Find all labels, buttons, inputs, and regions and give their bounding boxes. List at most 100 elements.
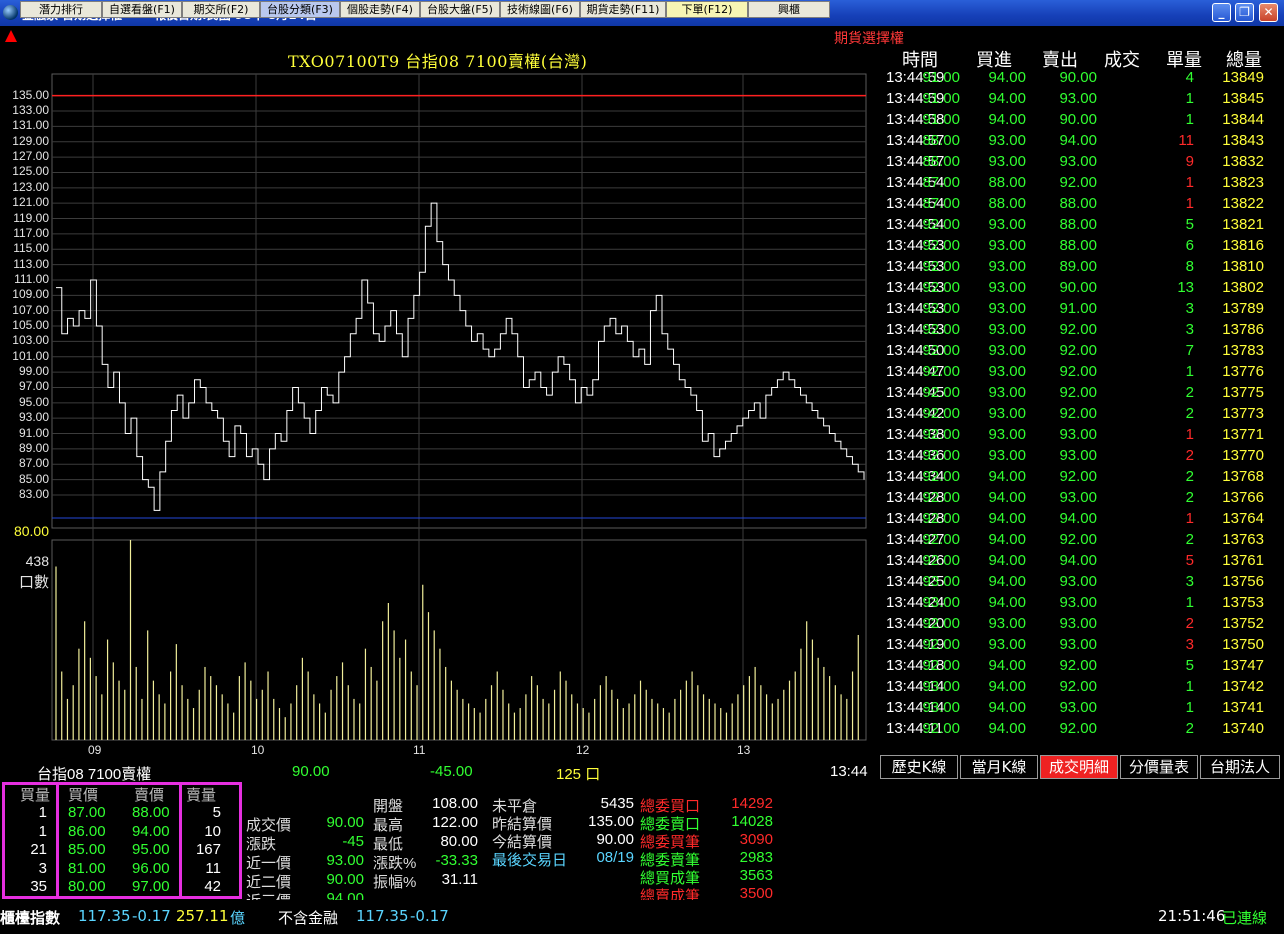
trade-bid: 91.00 xyxy=(922,111,960,128)
tab-price-volume[interactable]: 分價量表 xyxy=(1120,755,1198,779)
order-book-ask: 88.00 xyxy=(132,804,170,821)
price-volume-chart[interactable] xyxy=(0,70,880,760)
trade-qty: 7 xyxy=(1185,342,1194,359)
trade-total: 13764 xyxy=(1222,510,1264,527)
trade-bid: 92.00 xyxy=(922,447,960,464)
table-row[interactable]: 13:44:14 93.00 94.00 93.00 1 13741 xyxy=(880,698,1284,719)
table-row[interactable]: 13:44:53 92.00 93.00 92.00 3 13786 xyxy=(880,320,1284,341)
tab-month-k[interactable]: 當月K線 xyxy=(960,755,1038,779)
close-button[interactable]: ✕ xyxy=(1259,3,1278,22)
trade-ask: 93.00 xyxy=(988,636,1026,653)
trade-qty: 1 xyxy=(1185,195,1194,212)
menu-item-potential[interactable]: 潛力排行 xyxy=(20,1,102,18)
table-row[interactable]: 13:44:14 93.00 94.00 92.00 1 13742 xyxy=(880,677,1284,698)
table-row[interactable]: 13:44:59 91.00 94.00 93.00 1 13845 xyxy=(880,89,1284,110)
trade-last: 92.00 xyxy=(1059,321,1097,338)
price-tick-label: 85.00 xyxy=(18,471,49,486)
quote-value: -33.33 xyxy=(435,852,478,869)
trade-bid: 87.00 xyxy=(922,195,960,212)
trade-bid: 92.00 xyxy=(922,657,960,674)
table-row[interactable]: 13:44:26 92.00 94.00 94.00 5 13761 xyxy=(880,551,1284,572)
order-book-ask-qty: 42 xyxy=(204,878,221,895)
table-row[interactable]: 13:44:50 92.00 93.00 92.00 7 13783 xyxy=(880,341,1284,362)
table-row[interactable]: 13:44:19 92.00 93.00 93.00 3 13750 xyxy=(880,635,1284,656)
order-book-header: 買價 xyxy=(68,787,99,804)
menu-item-tech-chart[interactable]: 技術線圖(F6) xyxy=(500,1,580,18)
menu-item-order[interactable]: 下單(F12) xyxy=(666,1,748,18)
table-row[interactable]: 13:44:59 91.00 94.00 90.00 4 13849 xyxy=(880,68,1284,89)
table-row[interactable]: 13:44:38 92.00 93.00 93.00 1 13771 xyxy=(880,425,1284,446)
table-row[interactable]: 13:44:20 92.00 93.00 93.00 2 13752 xyxy=(880,614,1284,635)
quote-value: 122.00 xyxy=(432,814,478,831)
trade-ask: 94.00 xyxy=(988,594,1026,611)
arrow-up-icon[interactable] xyxy=(5,30,17,42)
table-row[interactable]: 13:44:27 92.00 94.00 92.00 2 13763 xyxy=(880,530,1284,551)
table-row[interactable]: 13:44:53 92.00 93.00 91.00 3 13789 xyxy=(880,299,1284,320)
trade-ask: 93.00 xyxy=(988,216,1026,233)
menu-futures-options-label[interactable]: 期貨選擇權 xyxy=(834,28,904,48)
trade-total: 13752 xyxy=(1222,615,1264,632)
table-row[interactable]: 13:44:45 92.00 93.00 92.00 2 13775 xyxy=(880,383,1284,404)
trade-ask: 94.00 xyxy=(988,699,1026,716)
trade-ask: 93.00 xyxy=(988,258,1026,275)
trade-bid: 92.00 xyxy=(922,363,960,380)
table-row[interactable]: 13:44:53 92.00 93.00 88.00 6 13816 xyxy=(880,236,1284,257)
table-row[interactable]: 13:44:28 92.00 94.00 94.00 1 13764 xyxy=(880,509,1284,530)
maximize-button[interactable]: ❐ xyxy=(1235,3,1254,22)
quote-label: 開盤 xyxy=(373,798,404,815)
price-tick-label: 119.00 xyxy=(13,210,49,225)
order-book-ask-qty: 5 xyxy=(212,804,221,821)
table-row[interactable]: 13:44:57 88.00 93.00 93.00 9 13832 xyxy=(880,152,1284,173)
menu-item-market[interactable]: 台股大盤(F5) xyxy=(420,1,500,18)
price-low-label: 80.00 xyxy=(13,523,49,539)
quote-value: 90.00 xyxy=(596,831,634,848)
menu-item-futures-trend[interactable]: 期貨走勢(F11) xyxy=(580,1,666,18)
table-row[interactable]: 13:44:54 92.00 93.00 88.00 5 13821 xyxy=(880,215,1284,236)
trade-ask: 93.00 xyxy=(988,426,1026,443)
table-row[interactable]: 13:44:36 92.00 93.00 93.00 2 13770 xyxy=(880,446,1284,467)
trade-last: 93.00 xyxy=(1059,615,1097,632)
price-tick-label: 115.00 xyxy=(13,241,49,256)
tab-history-k[interactable]: 歷史K線 xyxy=(880,755,958,779)
table-row[interactable]: 13:44:54 87.00 88.00 92.00 1 13823 xyxy=(880,173,1284,194)
table-row[interactable]: 13:44:28 92.00 94.00 93.00 2 13766 xyxy=(880,488,1284,509)
order-book-ask: 94.00 xyxy=(132,822,170,840)
quote-label: 成交價 xyxy=(246,817,292,834)
trade-bid: 92.00 xyxy=(922,258,960,275)
trade-ask: 93.00 xyxy=(988,300,1026,317)
table-row[interactable]: 13:44:18 92.00 94.00 92.00 5 13747 xyxy=(880,656,1284,677)
order-book-bid-qty: 1 xyxy=(38,804,47,821)
table-row[interactable]: 13:44:53 92.00 93.00 90.00 13 13802 xyxy=(880,278,1284,299)
price-tick-label: 113.00 xyxy=(13,256,49,271)
menu-item-sector[interactable]: 台股分類(F3) xyxy=(260,1,340,18)
table-row[interactable]: 13:44:42 92.00 93.00 92.00 2 13773 xyxy=(880,404,1284,425)
menu-item-stock-trend[interactable]: 個股走勢(F4) xyxy=(340,1,420,18)
trade-bid: 92.00 xyxy=(922,216,960,233)
trade-last: 88.00 xyxy=(1059,195,1097,212)
table-row[interactable]: 13:44:47 92.00 93.00 92.00 1 13776 xyxy=(880,362,1284,383)
menu-item-taifex[interactable]: 期交所(F2) xyxy=(182,1,260,18)
trade-total: 13742 xyxy=(1222,678,1264,695)
quote-label: 振幅% xyxy=(373,874,417,891)
trade-bid: 92.00 xyxy=(922,300,960,317)
trade-ask: 94.00 xyxy=(988,573,1026,590)
tab-trade-detail[interactable]: 成交明細 xyxy=(1040,755,1118,779)
table-row[interactable]: 13:44:11 92.00 94.00 92.00 2 13740 xyxy=(880,719,1284,740)
trade-ask: 93.00 xyxy=(988,321,1026,338)
quote-value: 108.00 xyxy=(432,795,478,812)
menu-item-emerging[interactable]: 興櫃 xyxy=(748,1,830,18)
trade-last: 92.00 xyxy=(1059,363,1097,380)
table-row[interactable]: 13:44:53 92.00 93.00 89.00 8 13810 xyxy=(880,257,1284,278)
table-row[interactable]: 13:44:34 92.00 94.00 92.00 2 13768 xyxy=(880,467,1284,488)
price-tick-label: 135.00 xyxy=(12,87,49,102)
table-row[interactable]: 13:44:57 88.00 93.00 94.00 11 13843 xyxy=(880,131,1284,152)
minimize-button[interactable]: _ xyxy=(1212,3,1231,22)
trade-qty: 5 xyxy=(1185,216,1194,233)
table-row[interactable]: 13:44:58 91.00 94.00 90.00 1 13844 xyxy=(880,110,1284,131)
menu-item-watchlist[interactable]: 自選看盤(F1) xyxy=(102,1,182,18)
table-row[interactable]: 13:44:24 93.00 94.00 93.00 1 13753 xyxy=(880,593,1284,614)
table-row[interactable]: 13:44:25 93.00 94.00 93.00 3 13756 xyxy=(880,572,1284,593)
tab-institutional[interactable]: 台期法人 xyxy=(1200,755,1280,779)
table-row[interactable]: 13:44:54 87.00 88.00 88.00 1 13822 xyxy=(880,194,1284,215)
trade-ask: 93.00 xyxy=(988,237,1026,254)
